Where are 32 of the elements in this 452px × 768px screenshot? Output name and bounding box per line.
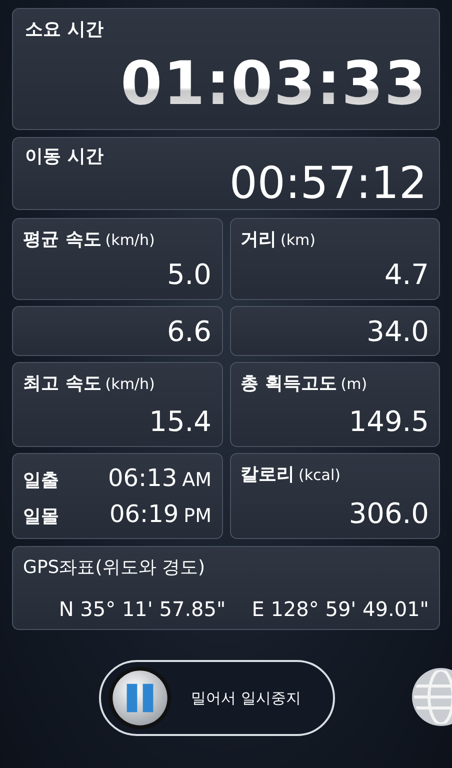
unit-label: (km/h) — [105, 375, 155, 393]
globe-icon[interactable] — [410, 666, 452, 728]
moving-time-value: 00:57:12 — [229, 158, 427, 209]
unit-label: (km/h) — [105, 231, 155, 249]
stat-label: 거리 — [240, 228, 276, 251]
unit-label: (km) — [280, 231, 316, 249]
stat-value: 6.6 — [166, 314, 212, 348]
sun-time: 06:19 — [109, 500, 179, 528]
sun-label: 일출 — [23, 469, 59, 492]
stat-value: 306.0 — [348, 497, 429, 530]
sun-label: 일몰 — [23, 505, 59, 528]
pause-slider[interactable]: 밀어서 일시중지 — [99, 660, 335, 736]
stat-value: 4.7 — [384, 258, 429, 291]
stat-value: 149.5 — [348, 405, 429, 438]
unit-label: (kcal) — [298, 466, 340, 484]
stat-label: 평균 속도 — [23, 228, 102, 251]
stat-label: 최고 속도 — [23, 372, 102, 395]
total-time-label: 소요 시간 — [25, 18, 104, 41]
latitude-value: N 35° 11' 57.85" — [58, 597, 226, 621]
pause-icon[interactable] — [107, 665, 173, 731]
sun-time: 06:13 — [108, 464, 178, 492]
stat-value: 34.0 — [366, 314, 429, 348]
gps-label: GPS좌표(위도와 경도) — [23, 556, 206, 579]
time-period: PM — [184, 505, 212, 527]
moving-time-label: 이동 시간 — [25, 145, 104, 168]
time-period: AM — [182, 469, 212, 491]
stat-value: 5.0 — [166, 258, 212, 291]
stat-label: 칼로리 — [240, 463, 294, 486]
unit-label: (m) — [340, 375, 368, 393]
stat-value: 15.4 — [149, 405, 212, 438]
stat-label: 총 획득고도 — [240, 372, 337, 395]
longitude-value: E 128° 59' 49.01" — [252, 597, 429, 621]
